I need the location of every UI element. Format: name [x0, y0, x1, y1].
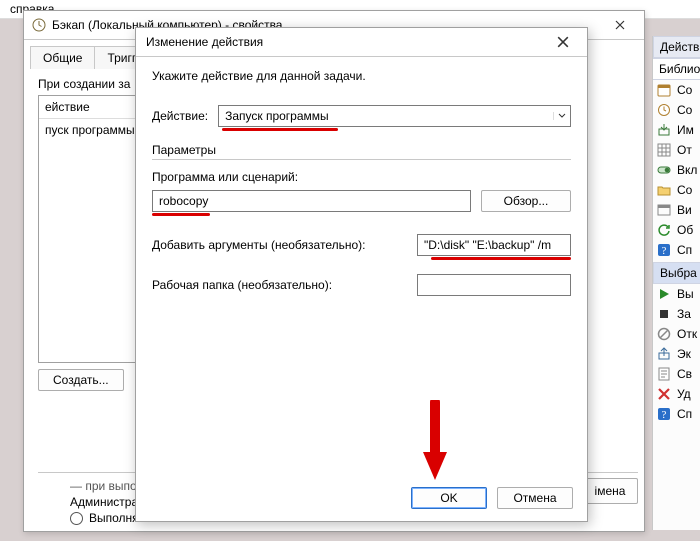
action-label: Действие: [152, 109, 208, 123]
actions-pane-item-label: Уд [677, 387, 691, 401]
params-group-label: Параметры [152, 143, 571, 157]
view-icon [657, 203, 671, 217]
actions-pane-item-label: Св [677, 367, 692, 381]
args-label: Добавить аргументы (необязательно): [152, 238, 407, 252]
actions-pane-item-label: Ви [677, 203, 692, 217]
stop-icon [657, 307, 671, 321]
actions-pane-item-label: Сп [677, 243, 692, 257]
refresh-icon [657, 223, 671, 237]
help-icon: ? [657, 407, 671, 421]
actions-pane-header: Действ [653, 36, 700, 58]
actions-pane-list2: Вы За Отк Эк Св Уд? Сп [653, 284, 700, 424]
export-icon [657, 347, 671, 361]
actions-pane-item[interactable]: Отк [653, 324, 700, 344]
actions-pane-item-label: Со [677, 183, 692, 197]
actions-pane-item-label: Вкл [677, 163, 697, 177]
edit-action-titlebar: Изменение действия [136, 28, 587, 57]
actions-pane-item[interactable]: Ви [653, 200, 700, 220]
grid-icon [657, 143, 671, 157]
props-icon [657, 367, 671, 381]
actions-pane-item[interactable]: За [653, 304, 700, 324]
cancel-button[interactable]: Отмена [497, 487, 573, 509]
delete-icon [657, 387, 671, 401]
actions-pane-item[interactable]: Со [653, 180, 700, 200]
actions-pane-subheader: Библио [653, 58, 700, 80]
annotation-underline-program [152, 213, 210, 216]
toggle-icon [657, 163, 671, 177]
run-radio[interactable] [70, 512, 83, 525]
actions-pane-item[interactable]: Вкл [653, 160, 700, 180]
program-input-value: robocopy [159, 194, 208, 208]
program-label: Программа или сценарий: [152, 170, 571, 184]
startin-label: Рабочая папка (необязательно): [152, 278, 407, 292]
clock-icon [657, 103, 671, 117]
actions-pane-item-label: Отк [677, 327, 697, 341]
actions-pane-item[interactable]: Вы [653, 284, 700, 304]
actions-pane-item-label: За [677, 307, 691, 321]
tab-general[interactable]: Общие [30, 46, 95, 69]
actions-pane-list: Со Со Им От Вкл Со Ви Об? Сп [653, 80, 700, 260]
actions-pane-item[interactable]: ? Сп [653, 404, 700, 424]
ok-button[interactable]: OK [411, 487, 487, 509]
program-input[interactable]: robocopy [152, 190, 471, 212]
actions-pane-item-label: Со [677, 103, 692, 117]
close-icon[interactable] [547, 32, 579, 52]
actions-pane-item[interactable]: ? Сп [653, 240, 700, 260]
folder-icon [657, 183, 671, 197]
svg-text:?: ? [662, 245, 667, 257]
action-select[interactable]: Запуск программы [218, 105, 571, 127]
chevron-down-icon [553, 112, 570, 120]
args-input-value: "D:\disk" "E:\backup" /m [424, 238, 551, 252]
hint-label: Укажите действие для данной задачи. [152, 69, 571, 83]
actions-pane-item-label: Им [677, 123, 694, 137]
disable-icon [657, 327, 671, 341]
actions-pane-item-label: Эк [677, 347, 691, 361]
calendar-icon [657, 83, 671, 97]
actions-pane-selected-header: Выбра [653, 262, 700, 284]
browse-button[interactable]: Обзор... [481, 190, 571, 212]
actions-pane: Действ Библио Со Со Им От Вкл Со Ви Об? Сп Выбра… [652, 36, 700, 530]
close-icon[interactable] [604, 15, 636, 35]
actions-pane-item-label: Об [677, 223, 693, 237]
actions-pane-item[interactable]: От [653, 140, 700, 160]
create-button[interactable]: Создать... [38, 369, 124, 391]
actions-pane-item[interactable]: Им [653, 120, 700, 140]
actions-pane-item-label: Со [677, 83, 692, 97]
action-select-value: Запуск программы [219, 109, 553, 123]
annotation-underline-args [431, 257, 571, 260]
actions-pane-item[interactable]: Эк [653, 344, 700, 364]
actions-pane-item[interactable]: Со [653, 100, 700, 120]
play-icon [657, 287, 671, 301]
args-input[interactable]: "D:\disk" "E:\backup" /m [417, 234, 571, 256]
import-icon [657, 123, 671, 137]
background-cancel-button[interactable]: імена [582, 478, 638, 504]
actions-pane-item-label: Вы [677, 287, 694, 301]
startin-input[interactable] [417, 274, 571, 296]
edit-action-title: Изменение действия [144, 35, 547, 49]
annotation-underline-action [222, 128, 338, 131]
edit-action-dialog: Изменение действия Укажите действие для … [135, 27, 588, 522]
actions-pane-item-label: Сп [677, 407, 692, 421]
clock-icon [32, 18, 46, 32]
actions-pane-item-label: От [677, 143, 692, 157]
actions-pane-item[interactable]: Св [653, 364, 700, 384]
actions-pane-item[interactable]: Об [653, 220, 700, 240]
svg-text:?: ? [662, 409, 667, 421]
actions-pane-item[interactable]: Со [653, 80, 700, 100]
actions-pane-item[interactable]: Уд [653, 384, 700, 404]
help-icon: ? [657, 243, 671, 257]
